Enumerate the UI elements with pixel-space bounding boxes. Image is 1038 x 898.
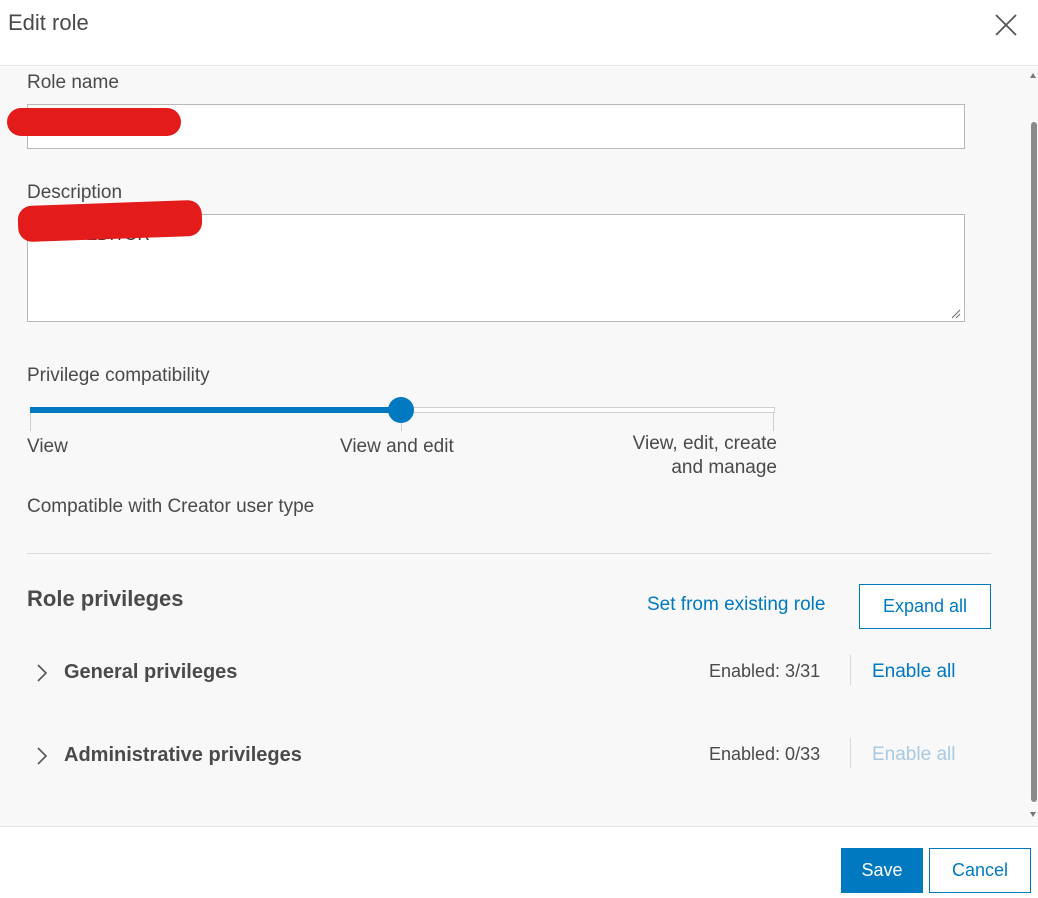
- set-from-existing-role-button[interactable]: Set from existing role: [647, 594, 825, 616]
- save-button[interactable]: Save: [841, 848, 923, 893]
- redaction-mark: [7, 108, 181, 136]
- dialog-title: Edit role: [8, 10, 89, 35]
- slider-label-and-manage[interactable]: and manage: [671, 457, 777, 479]
- slider-label-view[interactable]: View: [27, 436, 68, 458]
- redaction-mark: [17, 199, 203, 243]
- compatibility-note: Compatible with Creator user type: [27, 496, 315, 517]
- scroll-down-arrow-icon[interactable]: [1030, 812, 1036, 817]
- resize-grip-icon[interactable]: [951, 309, 961, 319]
- role-name-label: Role name: [27, 72, 119, 93]
- enable-all-button-disabled: Enable all: [872, 744, 956, 765]
- slider-tick: [30, 413, 31, 431]
- dialog-footer: Save Cancel: [0, 826, 1038, 898]
- scroll-up-arrow-icon[interactable]: [1030, 73, 1036, 78]
- cancel-button[interactable]: Cancel: [929, 848, 1031, 893]
- slider-label-view-edit-create[interactable]: View, edit, create: [633, 433, 777, 455]
- privilege-group-general[interactable]: General privileges Enabled: 3/31 Enable …: [0, 655, 1000, 695]
- compatibility-slider-thumb[interactable]: [388, 397, 414, 423]
- privilege-group-administrative[interactable]: Administrative privileges Enabled: 0/33 …: [0, 738, 1000, 778]
- chevron-right-icon[interactable]: [34, 662, 50, 684]
- privilege-group-label[interactable]: General privileges: [64, 661, 237, 684]
- close-button[interactable]: [990, 9, 1022, 41]
- privilege-group-label[interactable]: Administrative privileges: [64, 744, 302, 767]
- dialog-body[interactable]: Role name Description TEST EDITOR Privil…: [0, 67, 1038, 826]
- expand-all-button[interactable]: Expand all: [859, 584, 991, 629]
- slider-tick: [773, 413, 774, 431]
- description-label: Description: [27, 182, 123, 203]
- section-divider: [27, 553, 991, 554]
- chevron-right-icon[interactable]: [34, 745, 50, 767]
- separator: [850, 738, 851, 768]
- privilege-compatibility-label: Privilege compatibility: [27, 365, 210, 386]
- enable-all-button[interactable]: Enable all: [872, 661, 955, 683]
- scrollbar-thumb[interactable]: [1031, 122, 1037, 802]
- slider-label-view-and-edit[interactable]: View and edit: [340, 436, 454, 458]
- role-privileges-heading: Role privileges: [27, 586, 184, 611]
- privilege-group-count: Enabled: 0/33: [709, 744, 821, 764]
- privilege-group-count: Enabled: 3/31: [709, 661, 821, 681]
- dialog-header: Edit role: [0, 0, 1038, 66]
- compatibility-slider-fill: [30, 407, 402, 413]
- separator: [850, 655, 851, 685]
- scrollbar[interactable]: [1028, 67, 1038, 826]
- close-icon: [995, 14, 1017, 36]
